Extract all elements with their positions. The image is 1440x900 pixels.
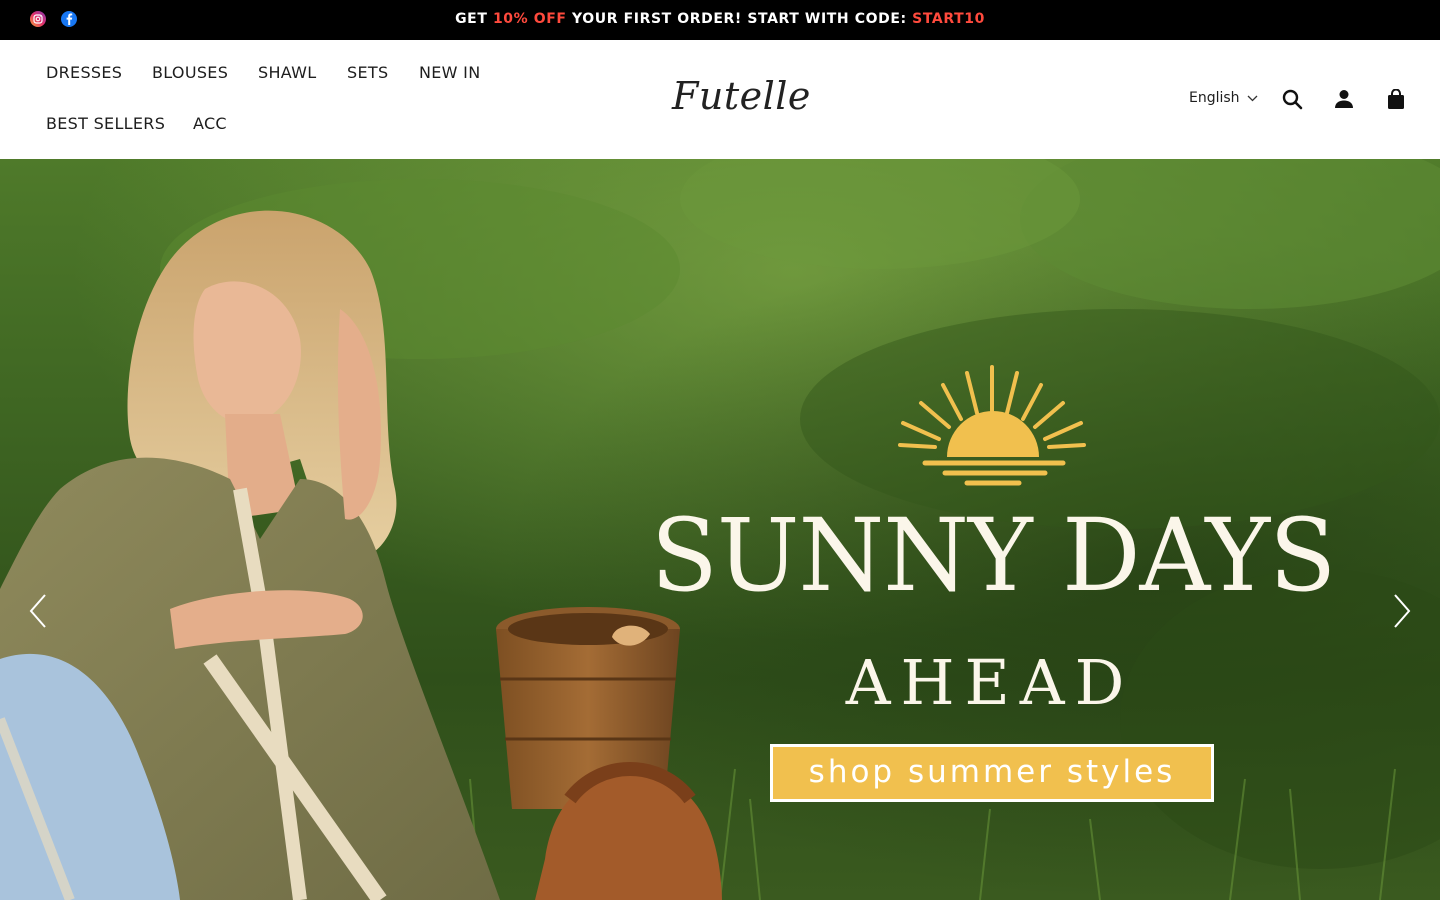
hero-headline: SUNNY DAYS (650, 497, 1336, 614)
hero-banner[interactable]: SUNNY DAYS AHEAD shop summer styles (0, 159, 1440, 900)
brand-logo[interactable]: Futelle (672, 74, 811, 118)
prev-slide-icon[interactable] (26, 591, 50, 631)
language-selector[interactable]: English (1189, 90, 1258, 106)
sun-icon (898, 365, 1086, 486)
nav-item-acc[interactable]: ACC (193, 114, 227, 133)
promo-code: START10 (912, 11, 985, 27)
promo-text: GET 10% OFF YOUR FIRST ORDER! START WITH… (455, 11, 985, 27)
promo-discount: 10% OFF (492, 11, 567, 27)
cart-icon[interactable] (1385, 88, 1407, 110)
language-label: English (1189, 90, 1240, 106)
chevron-down-icon (1247, 95, 1258, 101)
search-icon[interactable] (1281, 88, 1303, 110)
nav-item-best-sellers[interactable]: BEST SELLERS (46, 114, 165, 133)
nav-item-blouses[interactable]: BLOUSES (152, 63, 228, 82)
nav-item-shawl[interactable]: SHAWL (258, 63, 317, 82)
account-icon[interactable] (1333, 88, 1355, 110)
shop-summer-styles-button[interactable]: shop summer styles (770, 744, 1214, 802)
site-header: DRESSES BLOUSES SHAWL SETS NEW IN BEST S… (0, 40, 1440, 159)
nav-item-new-in[interactable]: NEW IN (419, 63, 480, 82)
nav-item-dresses[interactable]: DRESSES (46, 63, 122, 82)
next-slide-icon[interactable] (1390, 591, 1414, 631)
nav-item-sets[interactable]: SETS (347, 63, 388, 82)
announcement-bar: GET 10% OFF YOUR FIRST ORDER! START WITH… (0, 0, 1440, 40)
hero-subheadline: AHEAD (845, 646, 1135, 719)
